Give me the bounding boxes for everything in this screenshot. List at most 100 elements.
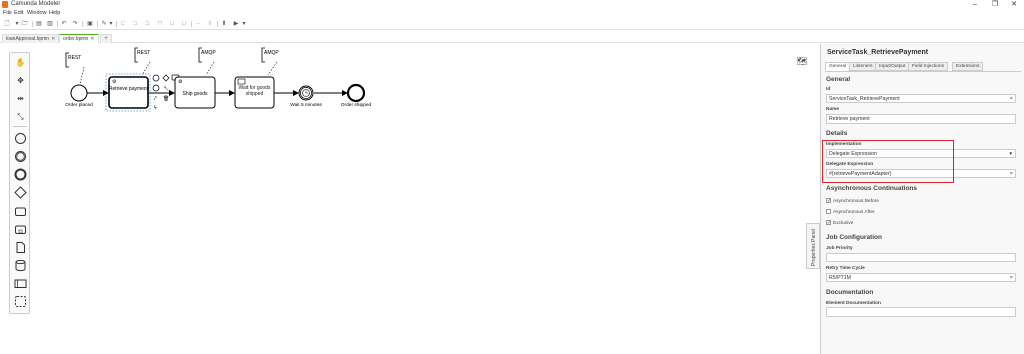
- clear-icon[interactable]: ×: [1010, 170, 1013, 178]
- retry-time-cycle-field[interactable]: R5/PT1M ×: [826, 273, 1016, 282]
- element-documentation-label: Element Documentation: [826, 301, 881, 306]
- svg-text:AMQP: AMQP: [201, 50, 216, 56]
- tab-loan-approval[interactable]: loanApproval.bpmn ✕: [2, 34, 60, 43]
- trash-icon[interactable]: 🗑: [163, 95, 169, 102]
- run-icon[interactable]: ▶: [232, 20, 240, 28]
- tab-extensions[interactable]: Extensions: [952, 62, 984, 71]
- id-value: ServiceTask_RetrievePayment: [829, 96, 900, 102]
- add-tab-button[interactable]: +: [100, 34, 112, 43]
- element-id-title: ServiceTask_RetrievePayment: [827, 49, 929, 56]
- maximize-button[interactable]: ❐: [985, 0, 1005, 10]
- align-left-icon[interactable]: ⊏: [119, 20, 127, 28]
- chevron-down-icon: ▼: [1008, 151, 1013, 156]
- start-event-label: Order placed: [65, 102, 93, 108]
- new-file-icon[interactable]: 🗋: [3, 20, 11, 28]
- menu-file[interactable]: File: [3, 10, 12, 16]
- svg-text:AMQP: AMQP: [264, 50, 279, 56]
- text-annotation[interactable]: AMQP: [261, 47, 279, 76]
- deploy-icon[interactable]: ⬆: [220, 20, 228, 28]
- undo-icon[interactable]: ↶: [60, 20, 68, 28]
- connect-icon[interactable]: ⤤: [154, 96, 157, 102]
- end-event[interactable]: [346, 83, 366, 103]
- task-retrieve-payment-label: Retrieve payment: [109, 86, 149, 92]
- dropdown-caret-icon[interactable]: ▾: [13, 20, 21, 28]
- exclusive-checkbox[interactable]: ✓ Exclusive: [826, 220, 853, 226]
- retry-time-cycle-label: Retry Time Cycle: [826, 266, 865, 271]
- task-wait-label: Wait for goods shipped: [238, 85, 271, 97]
- async-after-label: Asynchronous After: [833, 209, 875, 215]
- dropdown-caret-icon[interactable]: ▾: [107, 20, 115, 28]
- close-tab-icon[interactable]: ✕: [51, 36, 55, 42]
- menu-window[interactable]: Window: [27, 10, 47, 16]
- clear-icon[interactable]: ×: [1010, 95, 1013, 103]
- section-async: Asynchronous Continuations: [826, 185, 917, 192]
- checkbox-checked-icon: ✓: [826, 198, 832, 204]
- menu-help[interactable]: Help: [49, 10, 60, 16]
- element-documentation-field[interactable]: [826, 307, 1016, 317]
- append-gateway-icon[interactable]: [162, 74, 170, 82]
- text-annotation[interactable]: REST: [134, 47, 150, 76]
- lightning-icon[interactable]: ϟ: [154, 105, 157, 111]
- retry-time-cycle-value: R5/PT1M: [829, 275, 851, 281]
- window-title: Camunda Modeler: [11, 1, 61, 7]
- tab-general[interactable]: General: [825, 62, 851, 71]
- append-intermediate-event-icon[interactable]: [152, 84, 160, 92]
- task-ship-goods-label: Ship goods: [182, 91, 208, 97]
- distribute-vertical-icon[interactable]: ⇕: [206, 20, 214, 28]
- gear-icon: ⚙: [112, 79, 117, 85]
- title-bar: Camunda Modeler – ❐ ✕: [0, 0, 1024, 10]
- properties-panel: ServiceTask_RetrievePayment General List…: [820, 44, 1024, 354]
- menu-edit[interactable]: Edit: [14, 10, 23, 16]
- append-end-event-icon[interactable]: [152, 74, 160, 82]
- toolbar: 🗋 ▾ 🗁 ▤ ▥ ↶ ↷ ▣ ✎ ▾ ⊏ ⊐ ⊐ ⊓ ⊔ ⊔ ⇔ ⇕ ⬆ ▶ …: [0, 18, 1024, 30]
- start-event[interactable]: [70, 84, 88, 102]
- align-top-icon[interactable]: ⊓: [156, 20, 164, 28]
- job-priority-field[interactable]: [826, 253, 1016, 262]
- tab-order[interactable]: order.bpmn ✕: [59, 34, 99, 43]
- align-bottom-icon[interactable]: ⊔: [180, 20, 188, 28]
- highlight-box: [822, 140, 954, 183]
- section-job-configuration: Job Configuration: [826, 234, 882, 241]
- async-before-label: Asynchronous Before: [833, 198, 879, 204]
- wrench-icon[interactable]: 🔧: [163, 85, 169, 92]
- minimap-toggle-icon[interactable]: 🗺: [795, 54, 809, 68]
- close-tab-icon[interactable]: ✕: [90, 36, 94, 42]
- timer-event-label: Wait 5 minutes: [290, 102, 322, 108]
- text-annotation[interactable]: AMQP: [198, 47, 216, 76]
- checkbox-checked-icon: ✓: [826, 220, 832, 226]
- clear-icon[interactable]: ×: [1010, 274, 1013, 282]
- dropdown-caret-icon[interactable]: ▾: [240, 20, 248, 28]
- id-field[interactable]: ServiceTask_RetrievePayment ×: [826, 94, 1016, 103]
- redo-icon[interactable]: ↷: [71, 20, 79, 28]
- bpmn-diagram: Order placed ⚙ Retrieve payment 🔧 ⤤ 🗑 ϟ …: [65, 47, 372, 112]
- align-right-icon[interactable]: ⊐: [143, 20, 151, 28]
- name-label: Name: [826, 107, 840, 112]
- text-annotation[interactable]: REST: [65, 52, 85, 85]
- minimize-button[interactable]: –: [965, 0, 985, 10]
- properties-panel-toggle[interactable]: Properties Panel: [806, 223, 820, 269]
- close-button[interactable]: ✕: [1004, 0, 1024, 10]
- open-folder-icon[interactable]: 🗁: [21, 20, 29, 28]
- align-center-icon[interactable]: ⊐: [131, 20, 139, 28]
- properties-panel-toggle-label: Properties Panel: [811, 229, 817, 266]
- async-after-checkbox[interactable]: Asynchronous After: [826, 209, 875, 215]
- async-before-checkbox[interactable]: ✓ Asynchronous Before: [826, 198, 879, 204]
- distribute-horizontal-icon[interactable]: ⇔: [194, 20, 202, 28]
- svg-text:REST: REST: [68, 55, 81, 61]
- tab-label: loanApproval.bpmn: [6, 36, 50, 42]
- align-middle-icon[interactable]: ⊔: [168, 20, 176, 28]
- section-general: General: [826, 76, 851, 83]
- name-field[interactable]: Retrieve payment: [826, 114, 1016, 124]
- exclusive-label: Exclusive: [833, 220, 854, 226]
- tab-label: order.bpmn: [63, 36, 89, 42]
- tab-listeners[interactable]: Listeners: [849, 62, 877, 71]
- svg-text:REST: REST: [137, 50, 150, 56]
- save-as-icon[interactable]: ▥: [46, 20, 54, 28]
- envelope-icon: [237, 78, 246, 85]
- save-icon[interactable]: ▤: [35, 20, 43, 28]
- tab-input-output[interactable]: Input/Output: [875, 62, 910, 71]
- name-value: Retrieve payment: [829, 116, 870, 122]
- section-details: Details: [826, 130, 848, 137]
- export-image-icon[interactable]: ▣: [86, 20, 94, 28]
- tab-field-injections[interactable]: Field Injections: [908, 62, 948, 71]
